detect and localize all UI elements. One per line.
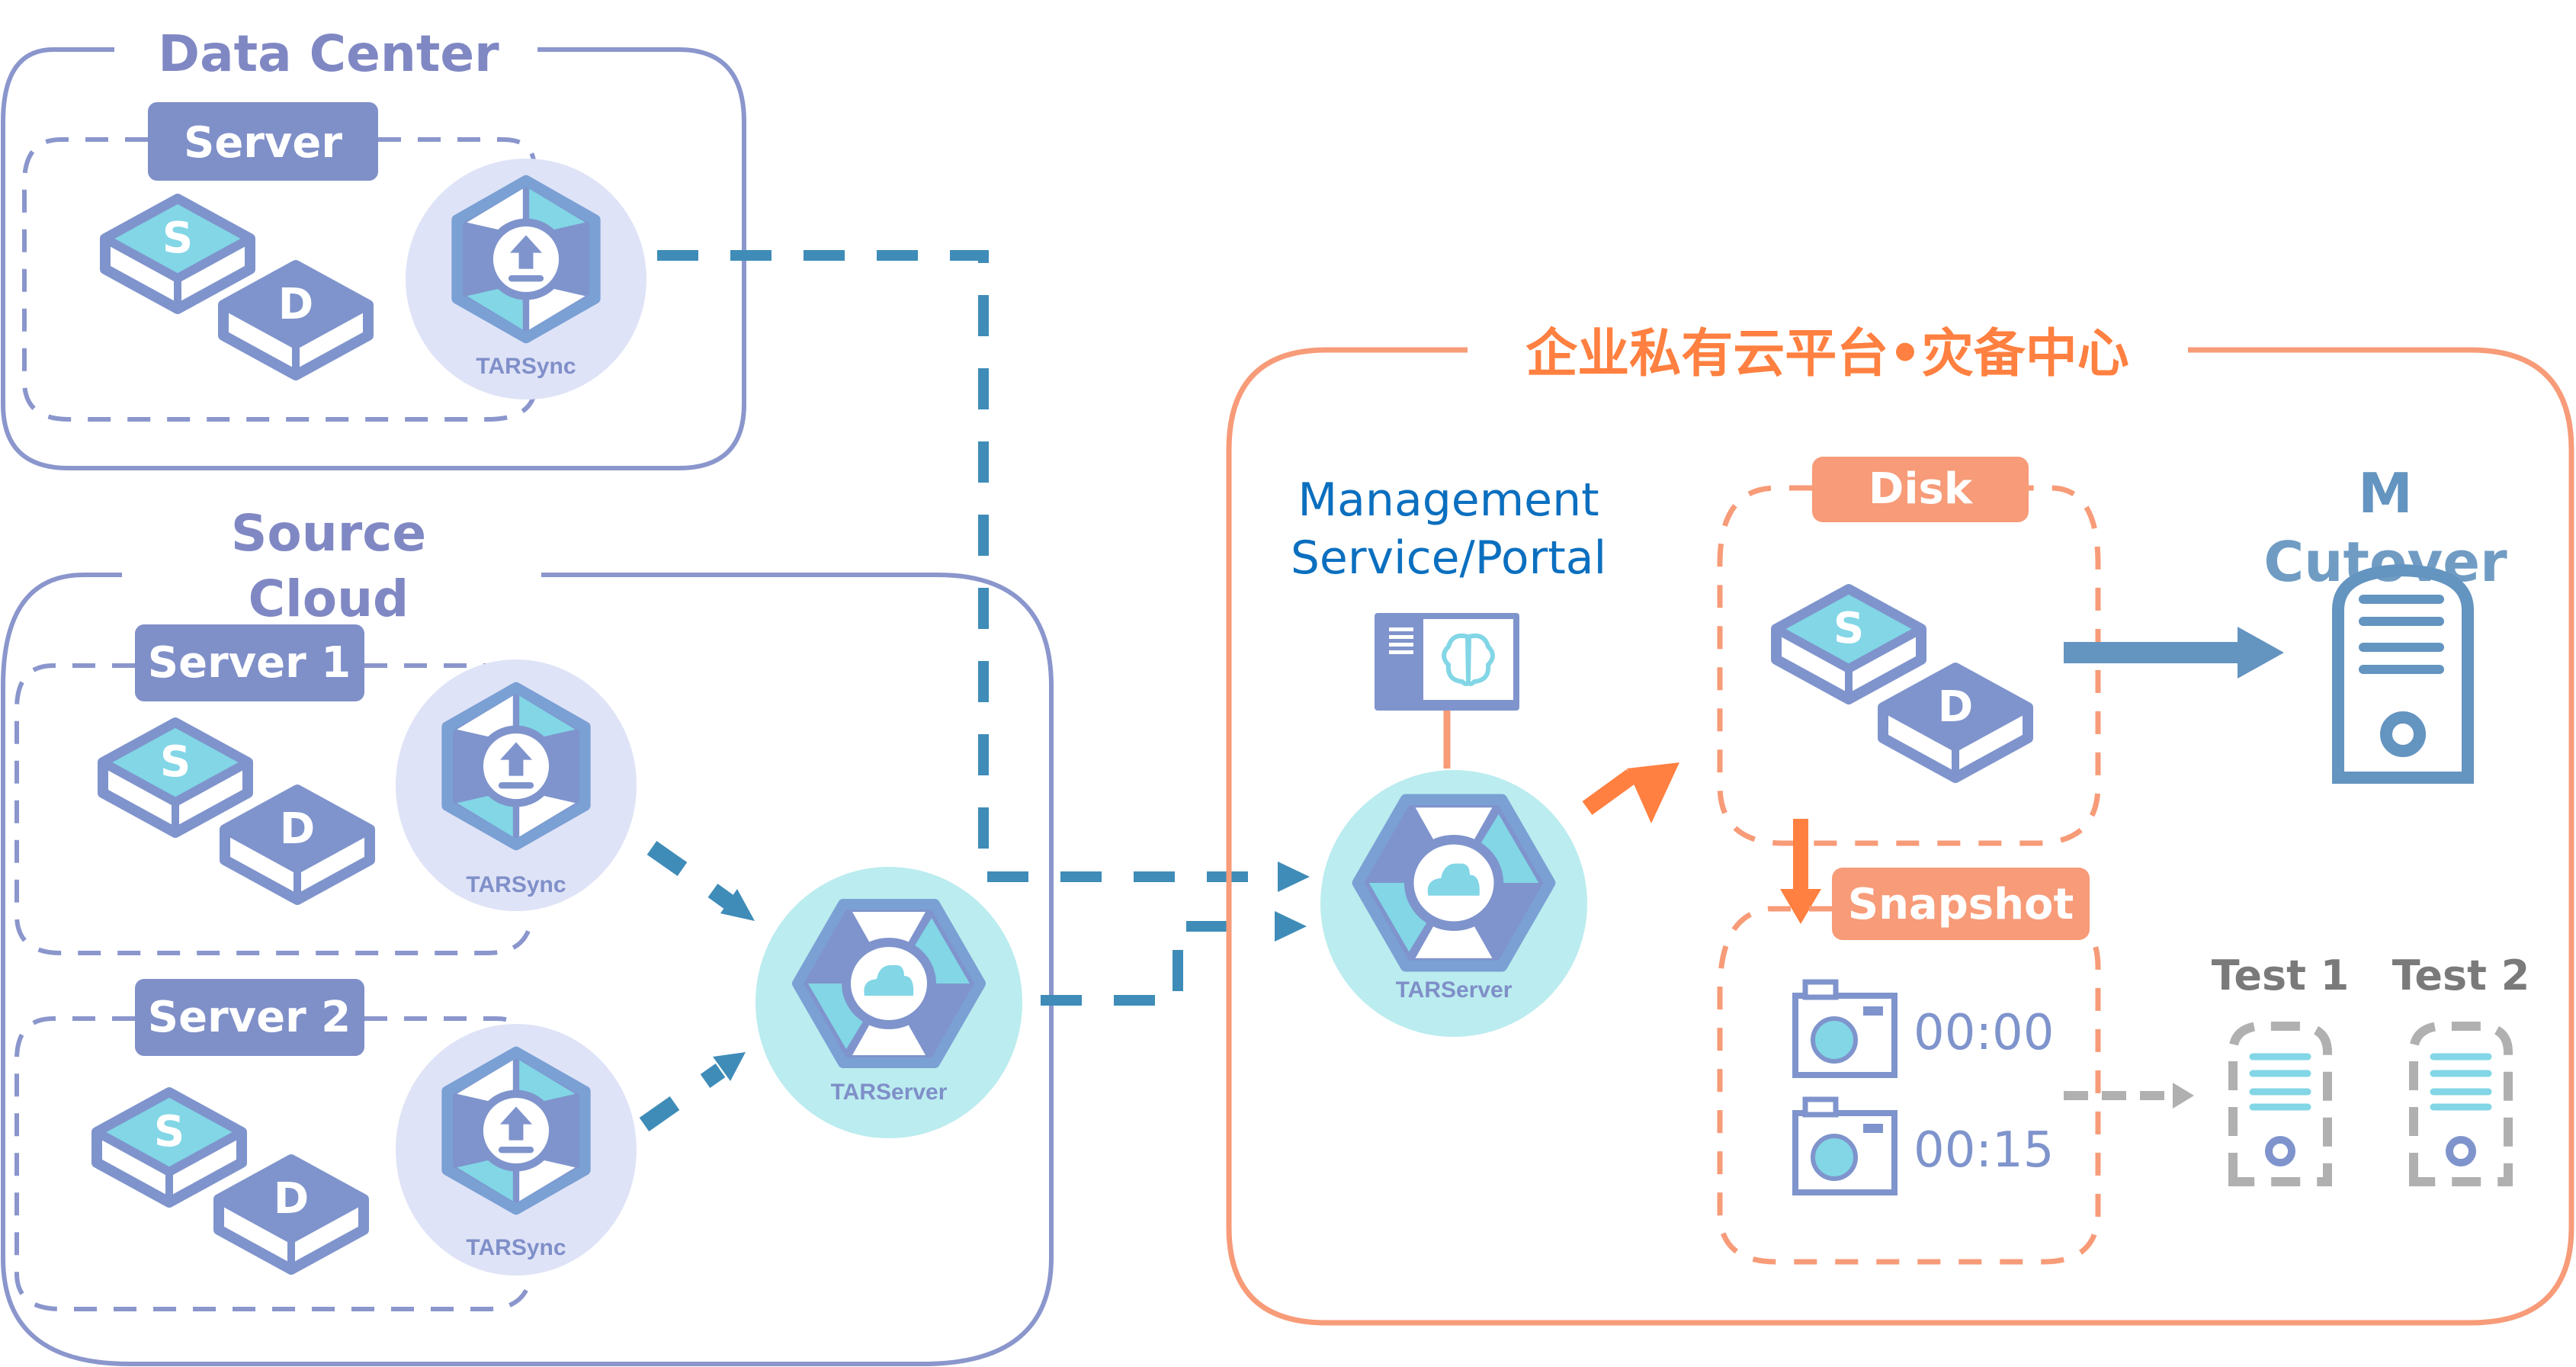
cutover-server-icon[interactable]	[2332, 563, 2474, 784]
tarsync-upload-icon	[448, 688, 585, 845]
source-cloud-title-line1: Source	[231, 504, 426, 563]
write-arrow	[1582, 762, 1679, 823]
server-2-group: Server 2 S D TARSync	[14, 979, 637, 1311]
svg-text:S: S	[154, 1107, 184, 1157]
test-1-server-icon[interactable]	[2233, 1026, 2327, 1182]
management-label-line1: Management	[1298, 473, 1599, 527]
server-2-label: Server 2	[148, 993, 351, 1042]
source-cloud-region: Source Cloud Server 1 S D TARSync Server…	[0, 504, 1054, 1366]
svg-text:S: S	[1833, 604, 1864, 653]
server-1-group: Server 1 S D TARSync	[14, 624, 637, 955]
tarsync-upload-icon	[457, 181, 595, 338]
test-arrow	[2064, 1083, 2194, 1109]
tarserver-relay: TARServer	[755, 867, 1022, 1138]
tarsync-label: TARSync	[476, 354, 576, 379]
snapshot-item[interactable]: 00:00	[1795, 982, 2054, 1075]
source-disk-icon: S	[105, 199, 250, 309]
snapshot-label: Snapshot	[1848, 880, 2074, 929]
data-disk-icon: D	[1883, 668, 2028, 778]
tarsync-label: TARSync	[466, 872, 566, 897]
arrow-head	[1278, 862, 1310, 892]
tarserver-relay-label: TARServer	[831, 1080, 948, 1105]
svg-text:D: D	[278, 280, 313, 329]
source-cloud-title-line2: Cloud	[249, 570, 409, 628]
svg-text:D: D	[1938, 682, 1973, 732]
data-center-region: Data Center Server S D TARSync	[0, 24, 746, 470]
snapshot-group: Snapshot 00:00 00:15	[1717, 868, 2101, 1265]
tarsync-agent: TARSync	[406, 159, 646, 400]
tarserver-cloud-icon	[1358, 800, 1550, 966]
dr-architecture-diagram: Data Center Server S D TARSync Source Cl…	[0, 24, 2574, 1366]
data-center-title: Data Center	[158, 24, 499, 83]
server-label-badge: Server	[148, 102, 378, 181]
tarserver-target-label: TARServer	[1396, 977, 1513, 1003]
test-2-server-icon[interactable]	[2414, 1026, 2508, 1182]
sync-arrow-2	[639, 1052, 746, 1132]
management-label-line2: Service/Portal	[1291, 531, 1606, 585]
disk-group: Disk S D	[1717, 457, 2101, 846]
replication-link-relay	[1041, 911, 1307, 1006]
server-label: Server	[184, 118, 342, 168]
svg-text:S: S	[162, 213, 193, 263]
svg-text:D: D	[280, 804, 315, 854]
test-1-label: Test 1	[2212, 951, 2350, 1000]
dr-center-region: 企业私有云平台•灾备中心 Management Service/Portal T…	[1226, 324, 2574, 1326]
test-2-label: Test 2	[2392, 951, 2530, 1000]
tarserver-target: TARServer	[1320, 770, 1587, 1037]
sync-arrow-1	[646, 840, 755, 921]
cutover-label-line2: Cutover	[2263, 530, 2507, 594]
management-portal-icon[interactable]	[1375, 613, 1519, 711]
cutover-label-line1: M	[2358, 461, 2413, 525]
tarsync-label: TARSync	[466, 1235, 566, 1260]
tarsync-upload-icon	[448, 1052, 585, 1209]
svg-text:D: D	[274, 1174, 309, 1224]
data-disk-icon: D	[223, 265, 368, 375]
disk-label: Disk	[1869, 464, 1974, 514]
source-disk-icon: S	[1776, 589, 1921, 699]
data-disk-icon: D	[225, 790, 370, 900]
camera-icon	[1795, 1099, 1894, 1192]
server-1-label: Server 1	[148, 638, 351, 688]
tarserver-cloud-icon	[797, 904, 980, 1063]
source-disk-icon: S	[97, 1093, 242, 1202]
arrow-head	[1275, 911, 1307, 942]
dr-center-title: 企业私有云平台•灾备中心	[1525, 324, 2128, 384]
snapshot-time: 00:15	[1914, 1122, 2054, 1179]
camera-icon	[1795, 982, 1894, 1075]
data-disk-icon: D	[219, 1160, 364, 1269]
snapshot-item[interactable]: 00:15	[1795, 1099, 2054, 1192]
source-disk-icon: S	[103, 723, 248, 833]
snapshot-time: 00:00	[1914, 1005, 2054, 1061]
svg-text:S: S	[160, 737, 191, 787]
